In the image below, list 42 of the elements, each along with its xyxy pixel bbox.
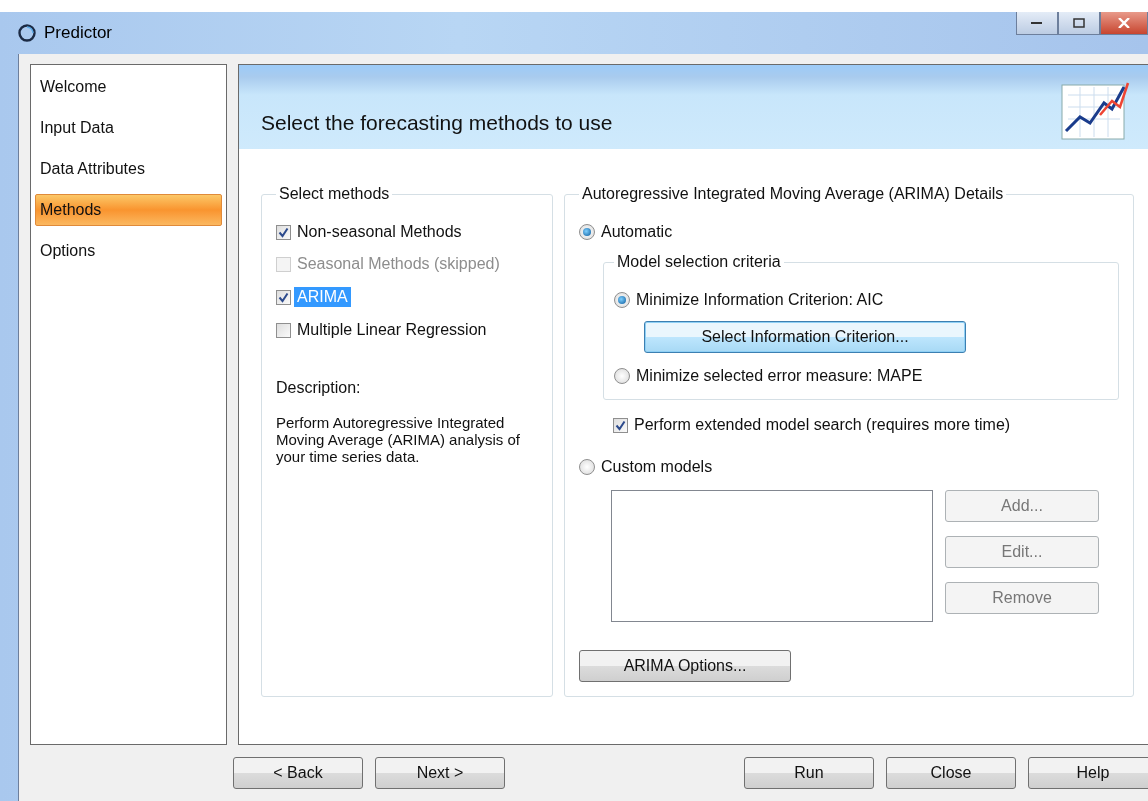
arima-options-button[interactable]: ARIMA Options...	[579, 650, 791, 682]
models-list[interactable]	[611, 490, 933, 622]
footer-button[interactable]: Help	[1028, 757, 1148, 789]
page-title: Select the forecasting methods to use	[261, 111, 613, 135]
description-text: Perform Autoregressive Integrated Moving Average (ARIMA) analysis of your time series data.	[276, 415, 521, 466]
checkbox[interactable]	[276, 224, 291, 240]
radio-button[interactable]	[579, 459, 595, 475]
checkbox-label[interactable]: Perform extended model search (requires more time)	[634, 416, 1011, 434]
checkbox-label[interactable]: Non-seasonal Methods	[297, 223, 462, 241]
minimize-button[interactable]	[1016, 12, 1058, 35]
radio-label[interactable]: Custom models	[601, 458, 713, 476]
sidebar-item[interactable]: Input Data	[35, 112, 222, 144]
maximize-button[interactable]	[1058, 12, 1100, 35]
group-title: Select methods	[278, 185, 391, 203]
sidebar-item[interactable]: Options	[35, 235, 222, 267]
checkbox[interactable]	[613, 417, 628, 433]
sidebar-item[interactable]: Data Attributes	[35, 153, 222, 185]
footer-button[interactable]: Run	[744, 757, 874, 789]
group-title: Autoregressive Integrated Moving Average (ARIMA) Details	[581, 185, 1005, 203]
sidebar-item[interactable]: Welcome	[35, 71, 222, 103]
footer-button[interactable]: Close	[886, 757, 1016, 789]
close-icon	[1118, 18, 1130, 28]
checkbox[interactable]	[276, 289, 291, 305]
nav-button[interactable]: Next >	[375, 757, 505, 789]
window-title: Predictor	[44, 23, 113, 43]
minimize-icon	[1031, 21, 1043, 25]
select-criterion-button[interactable]: Select Information Criterion...	[644, 321, 966, 353]
maximize-icon	[1073, 18, 1085, 28]
nav-button[interactable]: < Back	[233, 757, 363, 789]
radio-button[interactable]	[614, 368, 630, 384]
close-button[interactable]	[1100, 12, 1148, 35]
radio-button[interactable]	[579, 224, 595, 240]
app-logo-icon	[18, 24, 36, 42]
radio-label[interactable]: Automatic	[601, 223, 673, 241]
description-label: Description:	[276, 379, 362, 397]
radio-label[interactable]: Minimize selected error measure: MAPE	[636, 367, 923, 385]
radio-label[interactable]: Minimize Information Criterion: AIC	[636, 291, 884, 309]
checkbox[interactable]	[276, 322, 291, 338]
checkbox-label[interactable]: Multiple Linear Regression	[297, 321, 487, 339]
sidebar-item[interactable]: Methods	[35, 194, 222, 226]
group-title: Model selection criteria	[616, 253, 782, 271]
radio-button[interactable]	[614, 292, 630, 308]
